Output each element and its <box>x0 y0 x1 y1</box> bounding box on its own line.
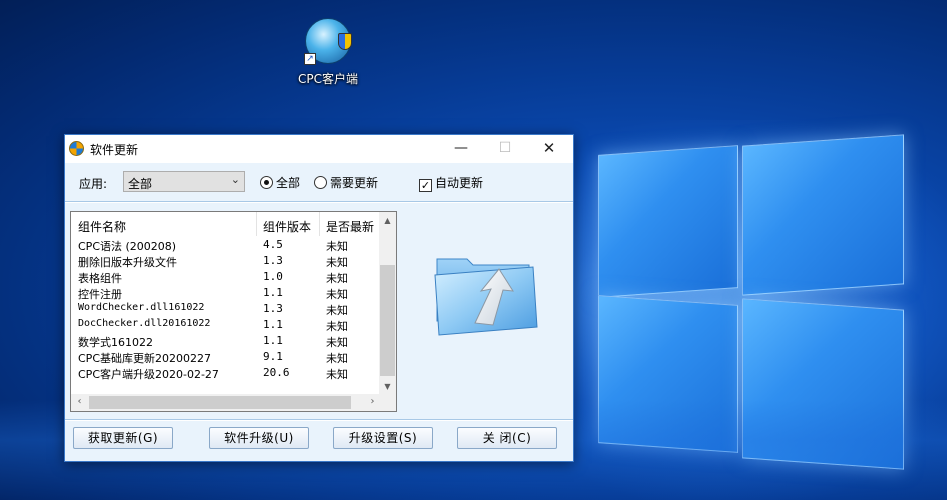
cell-name: 删除旧版本升级文件 <box>78 256 177 269</box>
table-row[interactable]: WordChecker.dll161022 1.3 未知 <box>71 301 381 317</box>
cell-version: 1.1 <box>263 334 283 347</box>
table-row[interactable]: 控件注册 1.1 未知 <box>71 285 381 301</box>
column-header-status[interactable]: 是否最新 <box>326 218 374 235</box>
minimize-button[interactable]: — <box>439 135 483 163</box>
table-row[interactable]: 数学式161022 1.1 未知 <box>71 333 381 349</box>
wallpaper-pane <box>598 295 738 453</box>
column-header-version[interactable]: 组件版本 <box>263 218 311 235</box>
update-folder-icon <box>434 258 538 336</box>
cell-name: CPC语法 (200208) <box>78 240 177 253</box>
column-divider <box>256 212 257 236</box>
vertical-scrollbar[interactable]: ▲ ▼ <box>379 212 396 395</box>
radio-all-indicator <box>260 176 273 189</box>
window-client-area: 应用: 全部 ⌄ 全部 需要更新 ✓ 自动更新 组件名称 组件版本 是否最新 C… <box>65 163 573 461</box>
cell-version: 20.6 <box>263 366 290 379</box>
app-select[interactable]: 全部 ⌄ <box>123 171 245 192</box>
radio-all[interactable]: 全部 <box>260 174 300 191</box>
radio-need-update[interactable]: 需要更新 <box>314 174 378 191</box>
software-update-window: 软件更新 — ☐ ✕ 应用: 全部 ⌄ 全部 需要更新 ✓自动更新 组件名称 <box>64 134 574 462</box>
horizontal-scrollbar[interactable]: ‹ › <box>71 394 381 411</box>
shortcut-arrow-icon: ↗ <box>304 53 316 65</box>
radio-need-update-indicator <box>314 176 327 189</box>
desktop-shortcut-label: CPC客户端 <box>298 72 358 86</box>
wallpaper-pane <box>742 298 904 470</box>
cell-status: 未知 <box>326 272 348 285</box>
close-window-button[interactable]: ✕ <box>527 135 571 163</box>
auto-update-label: 自动更新 <box>435 176 484 190</box>
cell-version: 1.1 <box>263 286 283 299</box>
list-rows: CPC语法 (200208) 4.5 未知 删除旧版本升级文件 1.3 未知 表格组件 1… <box>71 237 381 381</box>
divider <box>65 419 573 421</box>
scroll-down-icon[interactable]: ▼ <box>379 378 396 395</box>
table-row[interactable]: CPC客户端升级2020-02-27 20.6 未知 <box>71 365 381 381</box>
app-filter-label: 应用: <box>79 177 108 191</box>
cell-name: CPC基础库更新20200227 <box>78 352 211 365</box>
list-header: 组件名称 组件版本 是否最新 <box>71 212 381 236</box>
table-row[interactable]: CPC基础库更新20200227 9.1 未知 <box>71 349 381 365</box>
radio-need-update-label: 需要更新 <box>330 176 379 190</box>
vertical-scroll-thumb[interactable] <box>380 265 395 376</box>
cpc-client-icon: ↗ <box>304 18 352 65</box>
cell-name: CPC客户端升级2020-02-27 <box>78 368 219 381</box>
cell-status: 未知 <box>326 352 348 365</box>
chevron-down-icon: ⌄ <box>230 173 240 186</box>
cell-version: 1.3 <box>263 254 283 267</box>
cell-status: 未知 <box>326 336 348 349</box>
cell-status: 未知 <box>326 288 348 301</box>
window-title: 软件更新 <box>90 143 139 157</box>
cell-version: 1.1 <box>263 318 283 331</box>
table-row[interactable]: DocChecker.dll20161022 1.1 未知 <box>71 317 381 333</box>
cell-version: 1.3 <box>263 302 283 315</box>
column-divider <box>319 212 320 236</box>
cell-status: 未知 <box>326 320 348 333</box>
cell-name: 数学式161022 <box>78 336 153 349</box>
fetch-updates-button[interactable]: 获取更新(G) <box>73 427 173 449</box>
software-upgrade-button[interactable]: 软件升级(U) <box>209 427 309 449</box>
filter-bar: 应用: 全部 ⌄ 全部 需要更新 ✓ 自动更新 <box>65 163 573 201</box>
table-row[interactable]: CPC语法 (200208) 4.5 未知 <box>71 237 381 253</box>
close-button[interactable]: 关 闭(C) <box>457 427 557 449</box>
radio-all-label: 全部 <box>276 176 301 190</box>
maximize-button[interactable]: ☐ <box>483 135 527 163</box>
cell-name: 控件注册 <box>78 288 122 301</box>
cell-name: 表格组件 <box>78 272 122 285</box>
app-icon <box>69 141 84 156</box>
cell-status: 未知 <box>326 368 348 381</box>
component-list[interactable]: 组件名称 组件版本 是否最新 CPC语法 (200208) 4.5 未知 删除旧版本… <box>70 211 397 412</box>
upgrade-settings-button[interactable]: 升级设置(S) <box>333 427 433 449</box>
cell-name: DocChecker.dll20161022 <box>78 318 211 329</box>
scroll-up-icon[interactable]: ▲ <box>379 212 396 229</box>
cell-version: 1.0 <box>263 270 283 283</box>
cell-name: WordChecker.dll161022 <box>78 302 205 313</box>
wallpaper-pane <box>598 145 738 298</box>
desktop-shortcut-cpc-client[interactable]: ↗ CPC客户端 <box>286 18 370 87</box>
table-row[interactable]: 表格组件 1.0 未知 <box>71 269 381 285</box>
divider <box>65 201 573 203</box>
auto-update-checkbox[interactable]: ✓ 自动更新 <box>419 174 483 192</box>
horizontal-scroll-thumb[interactable] <box>89 396 351 409</box>
column-header-name[interactable]: 组件名称 <box>78 218 126 235</box>
table-row[interactable]: 删除旧版本升级文件 1.3 未知 <box>71 253 381 269</box>
uac-shield-icon <box>338 33 352 50</box>
app-select-value: 全部 <box>128 177 153 191</box>
cell-status: 未知 <box>326 256 348 269</box>
checkmark-icon: ✓ <box>419 179 432 192</box>
cell-status: 未知 <box>326 240 348 253</box>
cell-status: 未知 <box>326 304 348 317</box>
cell-version: 9.1 <box>263 350 283 363</box>
scrollbar-corner <box>379 394 396 411</box>
title-bar[interactable]: 软件更新 — ☐ ✕ <box>65 135 573 163</box>
cell-version: 4.5 <box>263 238 283 251</box>
scroll-left-icon[interactable]: ‹ <box>71 394 88 411</box>
wallpaper-pane <box>742 134 904 296</box>
